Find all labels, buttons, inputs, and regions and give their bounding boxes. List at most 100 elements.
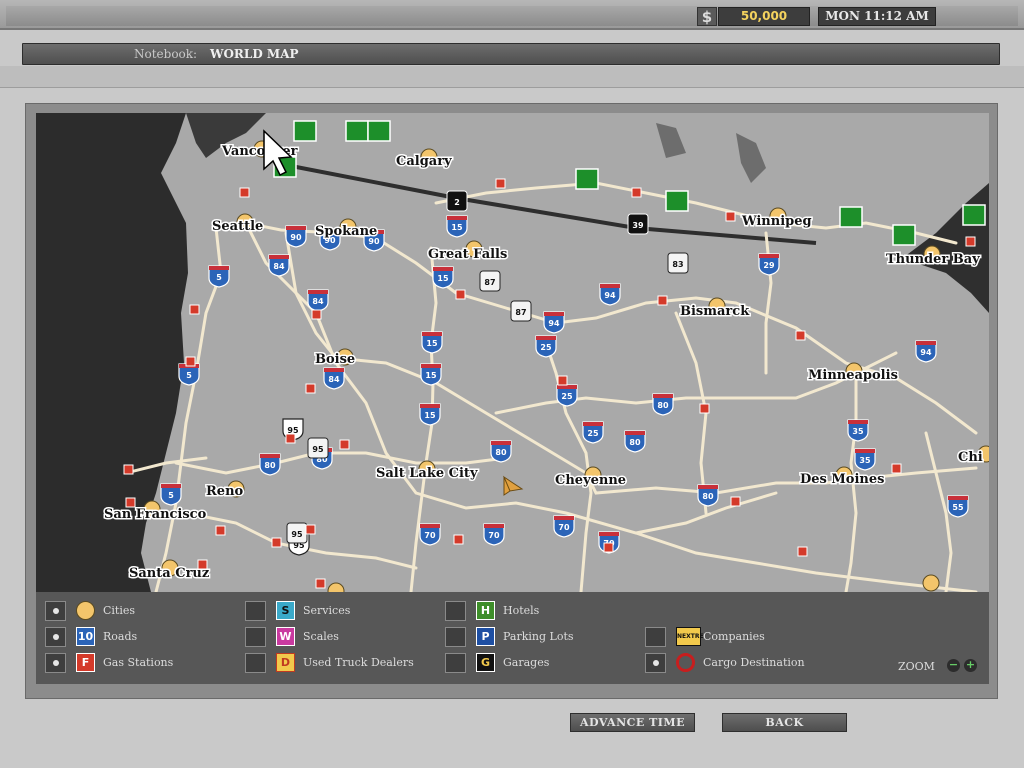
svg-text:90: 90 <box>290 233 302 242</box>
interstate-shield-icon: 90 <box>285 225 307 248</box>
zoom-out-button[interactable]: − <box>947 659 960 672</box>
interstate-shield-icon: 15 <box>432 266 454 289</box>
interstate-shield-icon: 80 <box>652 393 674 416</box>
legend-item-hotels[interactable]: H Hotels <box>445 601 635 621</box>
legend-item-roads[interactable]: 10 Roads <box>45 627 235 647</box>
city-label[interactable]: Salt Lake City <box>375 465 480 483</box>
city-label[interactable]: Calgary <box>395 153 454 171</box>
legend-checkbox[interactable] <box>445 601 466 621</box>
svg-text:80: 80 <box>264 461 276 470</box>
back-button[interactable]: BACK <box>722 713 847 732</box>
svg-text:5: 5 <box>186 371 192 380</box>
interstate-shield-icon: 84 <box>307 289 329 312</box>
legend-checkbox[interactable] <box>245 653 266 673</box>
svg-text:84: 84 <box>273 262 285 271</box>
legend-item-services[interactable]: S Services <box>245 601 435 621</box>
legend-checkbox[interactable] <box>45 627 66 647</box>
svg-text:15: 15 <box>451 223 463 232</box>
interstate-shield-icon: 80 <box>697 484 719 507</box>
city-label[interactable]: Spokane <box>314 223 379 241</box>
legend-label: Used Truck Dealers <box>303 656 414 669</box>
city-label[interactable]: Des Moines <box>799 471 886 489</box>
legend-checkbox[interactable] <box>445 627 466 647</box>
svg-text:84: 84 <box>312 297 324 306</box>
services-icon: S <box>276 601 295 620</box>
city-label[interactable]: Santa Cruz <box>128 565 211 583</box>
legend-label: Scales <box>303 630 339 643</box>
interstate-shield-icon: 10 <box>76 627 95 646</box>
clock-display: MON 11:12 AM <box>818 7 936 26</box>
svg-text:87: 87 <box>515 308 526 317</box>
legend-checkbox[interactable] <box>645 653 666 673</box>
map-legend: Cities 10 Roads F Gas Stations S Services W Scal… <box>36 592 989 684</box>
legend-item-cargo-destination[interactable]: Cargo Destination <box>645 653 835 673</box>
interstate-shield-icon: 15 <box>420 363 442 386</box>
city-label[interactable]: Great Falls <box>427 246 509 264</box>
interstate-shield-icon: 35 <box>854 448 876 471</box>
legend-checkbox[interactable] <box>45 601 66 621</box>
svg-text:25: 25 <box>540 343 552 352</box>
legend-item-companies[interactable]: NEXTRE Companies <box>645 627 835 647</box>
legend-label: Companies <box>703 630 765 643</box>
legend-item-used-truck-dealers[interactable]: D Used Truck Dealers <box>245 653 435 673</box>
legend-label: Hotels <box>503 604 540 617</box>
svg-text:94: 94 <box>920 348 932 357</box>
world-map[interactable]: 90 90 90 84 84 84 5 5 5 15 15 15 15 15 94 94 94 29 25 25 25 8… <box>36 113 989 592</box>
legend-checkbox[interactable] <box>45 653 66 673</box>
city-label[interactable]: Minneapolis <box>807 367 900 385</box>
city-label[interactable]: Thunder Bay <box>885 251 982 269</box>
city-label[interactable]: Boise <box>314 351 357 369</box>
legend-checkbox[interactable] <box>245 601 266 621</box>
legend-label: Cargo Destination <box>703 656 805 669</box>
city-label[interactable]: Cheyenne <box>554 472 628 490</box>
svg-text:29: 29 <box>763 261 775 270</box>
svg-text:2: 2 <box>454 198 460 207</box>
svg-text:35: 35 <box>852 427 864 436</box>
interstate-shield-icon: 25 <box>582 421 604 444</box>
svg-text:15: 15 <box>424 411 436 420</box>
svg-text:84: 84 <box>328 375 340 384</box>
city-label[interactable]: Seattle <box>211 218 265 236</box>
svg-text:55: 55 <box>952 503 964 512</box>
legend-label: Services <box>303 604 351 617</box>
interstate-shield-icon: 84 <box>268 254 290 277</box>
interstate-shield-icon: 80 <box>490 440 512 463</box>
legend-checkbox[interactable] <box>645 627 666 647</box>
interstate-shield-icon: 80 <box>624 430 646 453</box>
advance-time-button[interactable]: ADVANCE TIME <box>570 713 695 732</box>
svg-text:94: 94 <box>604 291 616 300</box>
svg-text:87: 87 <box>484 278 495 287</box>
svg-text:80: 80 <box>702 492 714 501</box>
svg-text:70: 70 <box>558 523 570 532</box>
legend-item-scales[interactable]: W Scales <box>245 627 435 647</box>
legend-checkbox[interactable] <box>445 653 466 673</box>
svg-text:35: 35 <box>859 456 871 465</box>
svg-text:80: 80 <box>495 448 507 457</box>
notebook-shelf <box>0 66 1024 88</box>
svg-text:70: 70 <box>424 531 436 540</box>
notebook-title: WORLD MAP <box>210 47 299 61</box>
legend-item-cities[interactable]: Cities <box>45 601 235 621</box>
city-label[interactable]: Reno <box>205 483 246 501</box>
interstate-shield-icon: 70 <box>483 523 505 546</box>
city-label[interactable]: Chi <box>957 449 985 467</box>
legend-label: Parking Lots <box>503 630 574 643</box>
city-label[interactable]: Bismarck <box>679 303 752 321</box>
legend-item-gas-stations[interactable]: F Gas Stations <box>45 653 235 673</box>
legend-item-garages[interactable]: G Garages <box>445 653 635 673</box>
city-label[interactable]: San Francisco <box>103 506 209 524</box>
svg-text:83: 83 <box>672 260 683 269</box>
interstate-shield-icon: 84 <box>323 367 345 390</box>
legend-label: Cities <box>103 604 136 617</box>
parking-icon: P <box>476 627 495 646</box>
interstate-shield-icon: 15 <box>421 331 443 354</box>
interstate-shield-icon: 94 <box>543 311 565 334</box>
interstate-shield-icon: 25 <box>556 384 578 407</box>
city-label[interactable]: Winnipeg <box>740 213 814 231</box>
legend-item-parking-lots[interactable]: P Parking Lots <box>445 627 635 647</box>
gas-station-icon: F <box>76 653 95 672</box>
svg-text:80: 80 <box>629 438 641 447</box>
zoom-in-button[interactable]: + <box>964 659 977 672</box>
svg-text:80: 80 <box>657 401 669 410</box>
legend-checkbox[interactable] <box>245 627 266 647</box>
